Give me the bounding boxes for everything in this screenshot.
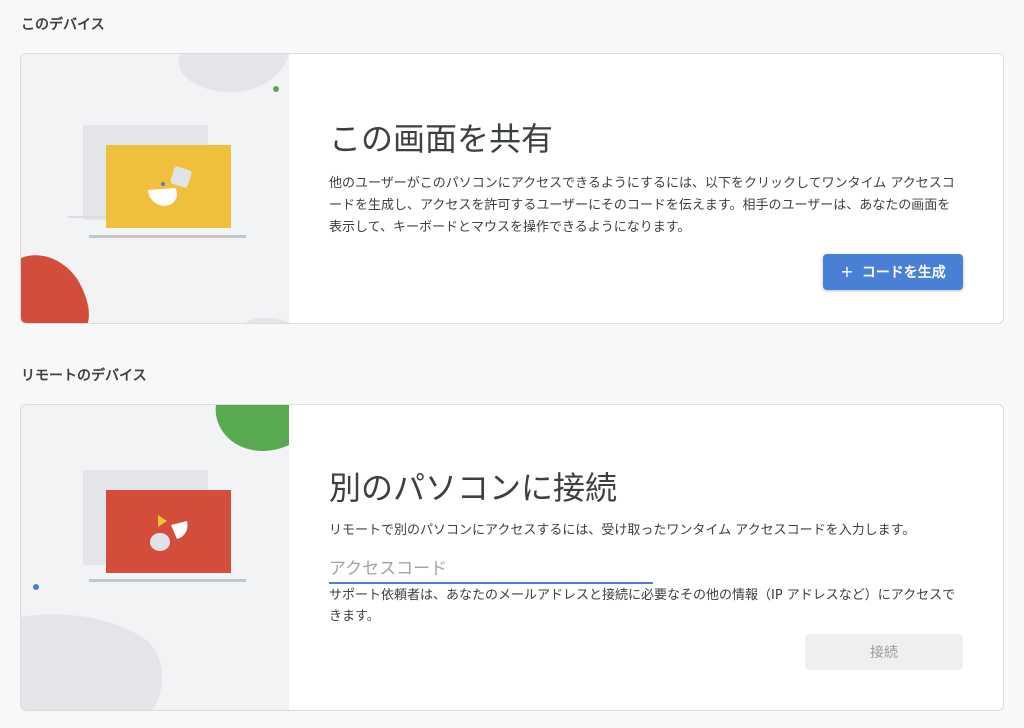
plus-icon: + — [840, 262, 854, 281]
generate-code-button[interactable]: + コードを生成 — [823, 254, 963, 290]
share-screen-content: この画面を共有 他のユーザーがこのパソコンにアクセスできるようにするには、以下を… — [289, 54, 1003, 323]
connect-remote-description: リモートで別のパソコンにアクセスするには、受け取ったワンタイム アクセスコードを… — [329, 523, 916, 538]
laptop-share-illustration — [21, 54, 289, 323]
laptop-remote-illustration — [21, 405, 289, 710]
share-screen-description: 他のユーザーがこのパソコンにアクセスできるようにするには、以下をクリックしてワン… — [329, 176, 955, 235]
connect-remote-card: 別のパソコンに接続 リモートで別のパソコンにアクセスするには、受け取ったワンタイ… — [20, 404, 1004, 711]
generate-code-label: コードを生成 — [861, 265, 946, 281]
connect-button[interactable]: 接続 — [805, 634, 963, 670]
section-title-remote-device: リモートのデバイス — [21, 368, 147, 384]
share-screen-illustration — [21, 54, 289, 323]
share-screen-heading: この画面を共有 — [329, 120, 554, 158]
share-screen-card: この画面を共有 他のユーザーがこのパソコンにアクセスできるようにするには、以下を… — [20, 53, 1004, 324]
access-help-text: サポート依頼者は、あなたのメールアドレスと接続に必要なその他の情報（IP アドレ… — [329, 588, 956, 624]
section-title-this-device: このデバイス — [21, 17, 105, 33]
connect-remote-content: 別のパソコンに接続 リモートで別のパソコンにアクセスするには、受け取ったワンタイ… — [289, 405, 1003, 710]
connect-remote-heading: 別のパソコンに接続 — [329, 469, 618, 507]
connect-remote-illustration — [21, 405, 289, 710]
access-code-input[interactable] — [329, 556, 653, 584]
